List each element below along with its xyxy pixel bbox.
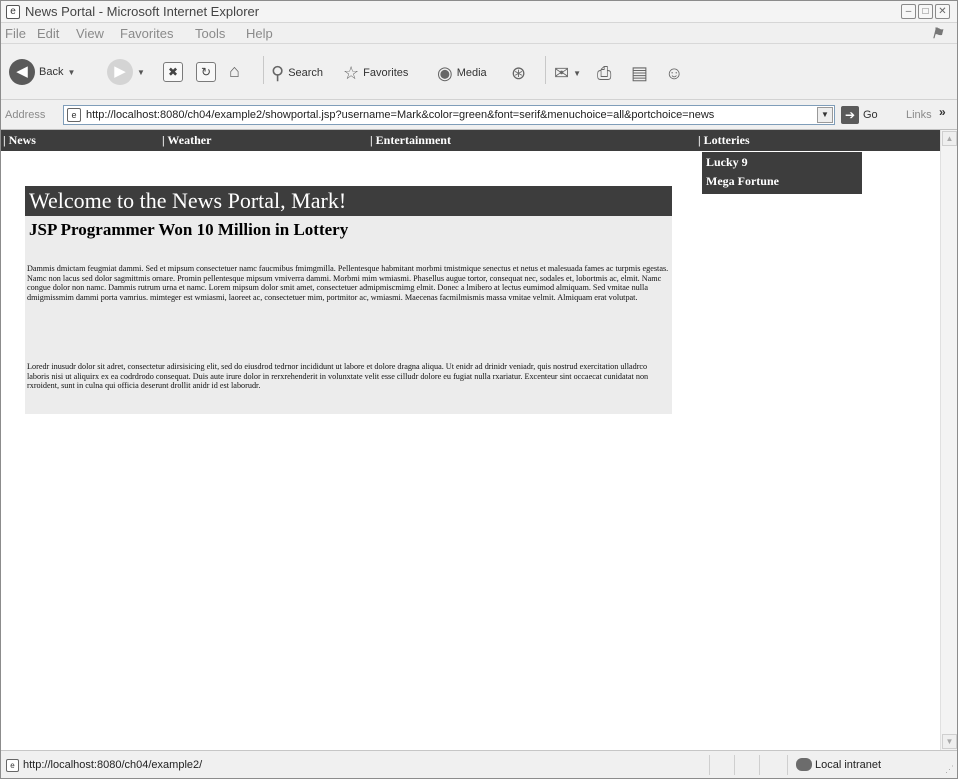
dropdown-item-lucky-9[interactable]: Lucky 9 xyxy=(706,155,748,170)
title-bar: e News Portal - Microsoft Internet Explo… xyxy=(1,1,957,23)
maximize-icon[interactable]: □ xyxy=(918,4,933,19)
scroll-down-icon[interactable]: ▼ xyxy=(942,734,957,749)
page-viewport: | News | Weather | Entertainment | Lotte… xyxy=(1,130,957,750)
security-zone: Local intranet xyxy=(815,759,882,771)
page-status-icon: e xyxy=(6,759,19,772)
menu-help[interactable]: Help xyxy=(246,26,273,41)
print-button[interactable]: ⎙ xyxy=(597,62,611,84)
back-label: Back xyxy=(39,66,64,78)
menu-edit[interactable]: Edit xyxy=(37,26,59,41)
home-button[interactable]: ⌂ xyxy=(229,60,240,82)
news-content: Welcome to the News Portal, Mark! JSP Pr… xyxy=(25,186,672,414)
links-label[interactable]: Links xyxy=(906,109,932,121)
status-cell xyxy=(734,755,735,775)
ie-app-icon: e xyxy=(6,5,20,19)
menu-favorites[interactable]: Favorites xyxy=(120,26,173,41)
nav-entertainment[interactable]: | Entertainment xyxy=(370,133,451,148)
address-bar: Address e http://localhost:8080/ch04/exa… xyxy=(1,100,957,130)
favorites-button[interactable]: ☆ Favorites xyxy=(343,62,408,84)
history-icon: ⊛ xyxy=(511,63,527,83)
article-paragraph: Dammis dmictam feugmiat dammi. Sed et mi… xyxy=(27,264,669,302)
menu-file[interactable]: File xyxy=(5,26,26,41)
history-button[interactable]: ⊛ xyxy=(511,62,526,84)
toolbar-separator xyxy=(545,56,546,84)
forward-button[interactable]: ▶ ▼ xyxy=(107,59,145,85)
favorites-star-icon: ☆ xyxy=(343,63,360,83)
search-label: Search xyxy=(288,67,324,79)
search-icon: ⚲ xyxy=(271,63,285,83)
menu-bar: File Edit View Favorites Tools Help ⚑ xyxy=(1,23,957,44)
status-cell xyxy=(787,755,788,775)
nav-weather[interactable]: | Weather xyxy=(162,133,211,148)
nav-news[interactable]: | News xyxy=(3,133,36,148)
back-button[interactable]: ◀ Back ▼ xyxy=(9,59,75,85)
status-bar: e http://localhost:8080/ch04/example2/ L… xyxy=(1,750,957,778)
favorites-label: Favorites xyxy=(363,67,409,79)
status-url: http://localhost:8080/ch04/example2/ xyxy=(23,759,203,771)
forward-icon: ▶ xyxy=(107,59,133,85)
links-chevron-icon[interactable]: » xyxy=(939,105,946,119)
refresh-button[interactable]: ↻ xyxy=(196,62,216,82)
go-label: Go xyxy=(863,109,878,121)
portal-nav: | News | Weather | Entertainment | Lotte… xyxy=(1,130,940,151)
page-icon: e xyxy=(67,108,81,122)
toolbar: ◀ Back ▼ ▶ ▼ ✖ ↻ ⌂ ⚲ Search ☆ Favorites … xyxy=(1,44,957,100)
media-label: Media xyxy=(456,67,487,79)
back-icon: ◀ xyxy=(9,59,35,85)
address-input[interactable]: e http://localhost:8080/ch04/example2/sh… xyxy=(63,105,835,125)
edit-icon: ▤ xyxy=(631,63,649,83)
mail-button[interactable]: ✉ ▼ xyxy=(554,62,581,84)
toolbar-separator xyxy=(263,56,264,84)
home-icon: ⌂ xyxy=(229,61,240,81)
go-arrow-icon: ➔ xyxy=(841,106,859,124)
close-icon[interactable]: ✕ xyxy=(935,4,950,19)
address-url[interactable]: http://localhost:8080/ch04/example2/show… xyxy=(86,109,714,121)
nav-lotteries[interactable]: | Lotteries xyxy=(698,133,750,148)
welcome-heading: Welcome to the News Portal, Mark! xyxy=(25,186,672,216)
stop-icon: ✖ xyxy=(163,62,183,82)
print-icon: ⎙ xyxy=(597,63,612,83)
menu-tools[interactable]: Tools xyxy=(195,26,225,41)
resize-grip-icon[interactable]: ⋰ xyxy=(945,764,954,775)
status-cell xyxy=(709,755,710,775)
forward-dropdown-icon[interactable]: ▼ xyxy=(137,68,145,77)
article-paragraph: Loredr inusudr dolor sit adret, consecte… xyxy=(27,362,649,391)
refresh-icon: ↻ xyxy=(196,62,216,82)
address-dropdown-icon[interactable]: ▼ xyxy=(817,107,833,123)
back-dropdown-icon[interactable]: ▼ xyxy=(67,68,75,77)
media-button[interactable]: ◉ Media xyxy=(437,62,487,84)
address-label: Address xyxy=(5,109,46,121)
go-button[interactable]: ➔ Go xyxy=(841,106,878,124)
edit-button[interactable]: ▤ xyxy=(631,62,648,84)
messenger-icon: ☺ xyxy=(665,63,684,83)
messenger-button[interactable]: ☺ xyxy=(665,62,683,84)
lotteries-dropdown: Lucky 9 Mega Fortune xyxy=(702,152,862,194)
windows-logo-icon: ⚑ xyxy=(930,25,944,41)
search-button[interactable]: ⚲ Search xyxy=(271,62,323,84)
scroll-up-icon[interactable]: ▲ xyxy=(942,131,957,146)
article-headline: JSP Programmer Won 10 Million in Lottery xyxy=(29,220,349,239)
stop-button[interactable]: ✖ xyxy=(163,62,183,82)
mail-icon: ✉ xyxy=(554,63,570,83)
media-icon: ◉ xyxy=(437,63,453,83)
mail-dropdown-icon[interactable]: ▼ xyxy=(573,69,581,78)
menu-view[interactable]: View xyxy=(76,26,104,41)
browser-window: e News Portal - Microsoft Internet Explo… xyxy=(0,0,958,779)
intranet-zone-icon xyxy=(796,758,812,771)
window-title: News Portal - Microsoft Internet Explore… xyxy=(25,4,260,19)
vertical-scrollbar[interactable]: ▲ ▼ xyxy=(940,130,957,750)
minimize-icon[interactable]: – xyxy=(901,4,916,19)
dropdown-item-mega-fortune[interactable]: Mega Fortune xyxy=(706,174,779,189)
status-cell xyxy=(759,755,760,775)
